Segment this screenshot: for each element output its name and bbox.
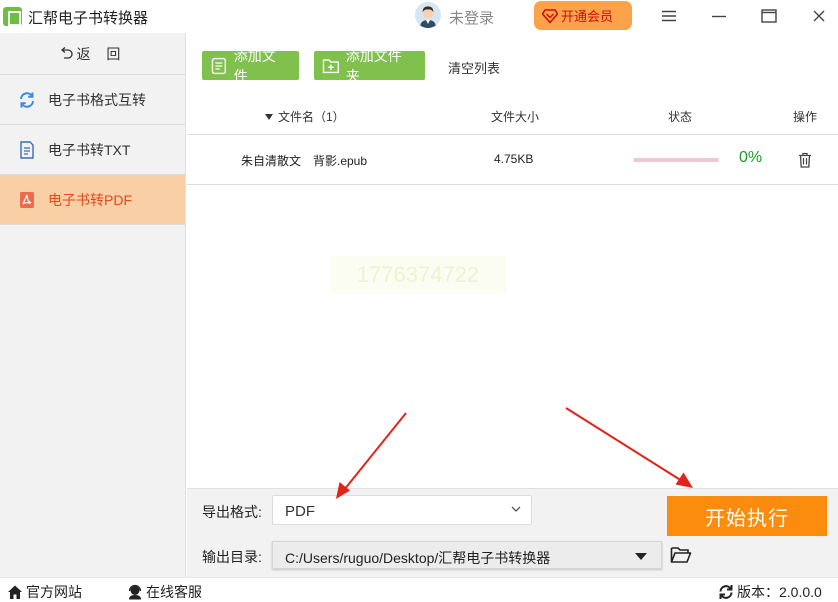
version-label: 版本：2.0.0.0 [737,584,822,600]
output-dir-value: C:/Users/ruguo/Desktop/汇帮电子书转换器 [285,550,551,566]
app-logo-icon [3,7,22,26]
output-dir-label: 输出目录: [202,549,262,565]
customer-service-icon [128,584,142,600]
menu-button[interactable] [649,0,689,32]
refresh-icon [18,91,36,109]
vip-button-label: 开通会员 [561,9,614,24]
file-name: 朱自清散文 背影.epub [241,154,368,168]
clear-list-button[interactable]: 清空列表 [448,58,500,77]
sidebar-item-to-pdf[interactable]: 电子书转PDF [0,175,185,225]
add-folder-icon [322,58,340,73]
progress-percent: 0% [739,149,763,166]
column-header-name-label: 文件名（1） [278,110,345,124]
format-value: PDF [285,503,315,520]
delete-icon[interactable] [798,152,812,168]
online-service-link[interactable]: 在线客服 [127,582,202,602]
table-row[interactable]: 朱自清散文 背影.epub 4.75KB 0% [187,135,838,185]
open-folder-icon[interactable] [670,545,692,565]
update-icon [719,585,733,599]
watermark: 1776374722 [330,256,506,294]
sidebar-item-label: 电子书格式互转 [48,91,146,108]
vip-button[interactable]: 开通会员 [534,1,632,30]
progress-bar [633,158,719,162]
official-site-label: 官方网站 [26,584,82,600]
start-button[interactable]: 开始执行 [667,496,827,536]
close-icon [813,10,825,22]
sidebar-item-format-convert[interactable]: 电子书格式互转 [0,75,185,125]
minimize-icon [712,15,726,18]
add-file-button[interactable]: 添加文件 [202,48,299,84]
column-header-size: 文件大小 [491,110,540,124]
document-icon [18,140,36,159]
file-size: 4.75KB [494,152,534,166]
arrow-to-format [336,412,407,499]
sidebar-item-to-txt[interactable]: 电子书转TXT [0,125,185,175]
official-site-link[interactable]: 官方网站 [7,582,82,602]
sidebar: 返 回 电子书格式互转 电子书转TXT 电子书转PDF [0,33,186,577]
column-header-status: 状态 [668,110,693,124]
column-header-actions: 操作 [793,110,818,124]
chevron-down-icon [511,506,521,512]
add-folder-label: 添加文件夹 [345,47,402,84]
status-bar: 官方网站 在线客服 版本：2.0.0.0 [0,577,838,602]
maximize-button[interactable] [749,0,789,32]
add-folder-button[interactable]: 添加文件夹 [314,48,425,84]
add-file-label: 添加文件 [233,47,276,84]
hamburger-icon [662,10,676,22]
format-select[interactable]: PDF [272,495,532,525]
online-service-label: 在线客服 [146,584,202,600]
back-arrow-icon [60,46,73,59]
app-title: 汇帮电子书转换器 [28,10,149,27]
title-bar: 汇帮电子书转换器 未登录 开通会员 [0,0,838,33]
sort-down-icon [265,114,273,120]
login-status[interactable]: 未登录 [449,7,494,28]
home-icon [8,585,22,599]
sidebar-item-label: 电子书转TXT [48,141,131,158]
arrow-to-start [565,407,693,488]
diamond-icon [542,8,558,23]
version-info[interactable]: 版本：2.0.0.0 [718,582,822,602]
maximize-icon [761,9,777,23]
back-button[interactable]: 返 回 [0,33,185,75]
file-table-header: 文件名（1） 文件大小 状态 操作 [187,96,838,135]
output-dir-select[interactable]: C:/Users/ruguo/Desktop/汇帮电子书转换器 [272,541,662,569]
sidebar-item-label: 电子书转PDF [48,191,132,208]
close-button[interactable] [799,0,838,32]
minimize-button[interactable] [699,0,739,32]
pdf-icon [18,191,36,209]
format-label: 导出格式: [202,504,262,520]
back-button-label: 返 回 [76,45,127,62]
dropdown-arrow-icon [635,553,647,560]
add-file-icon [211,57,226,74]
user-avatar-icon[interactable] [415,2,441,28]
column-header-name[interactable]: 文件名（1） [265,108,345,125]
